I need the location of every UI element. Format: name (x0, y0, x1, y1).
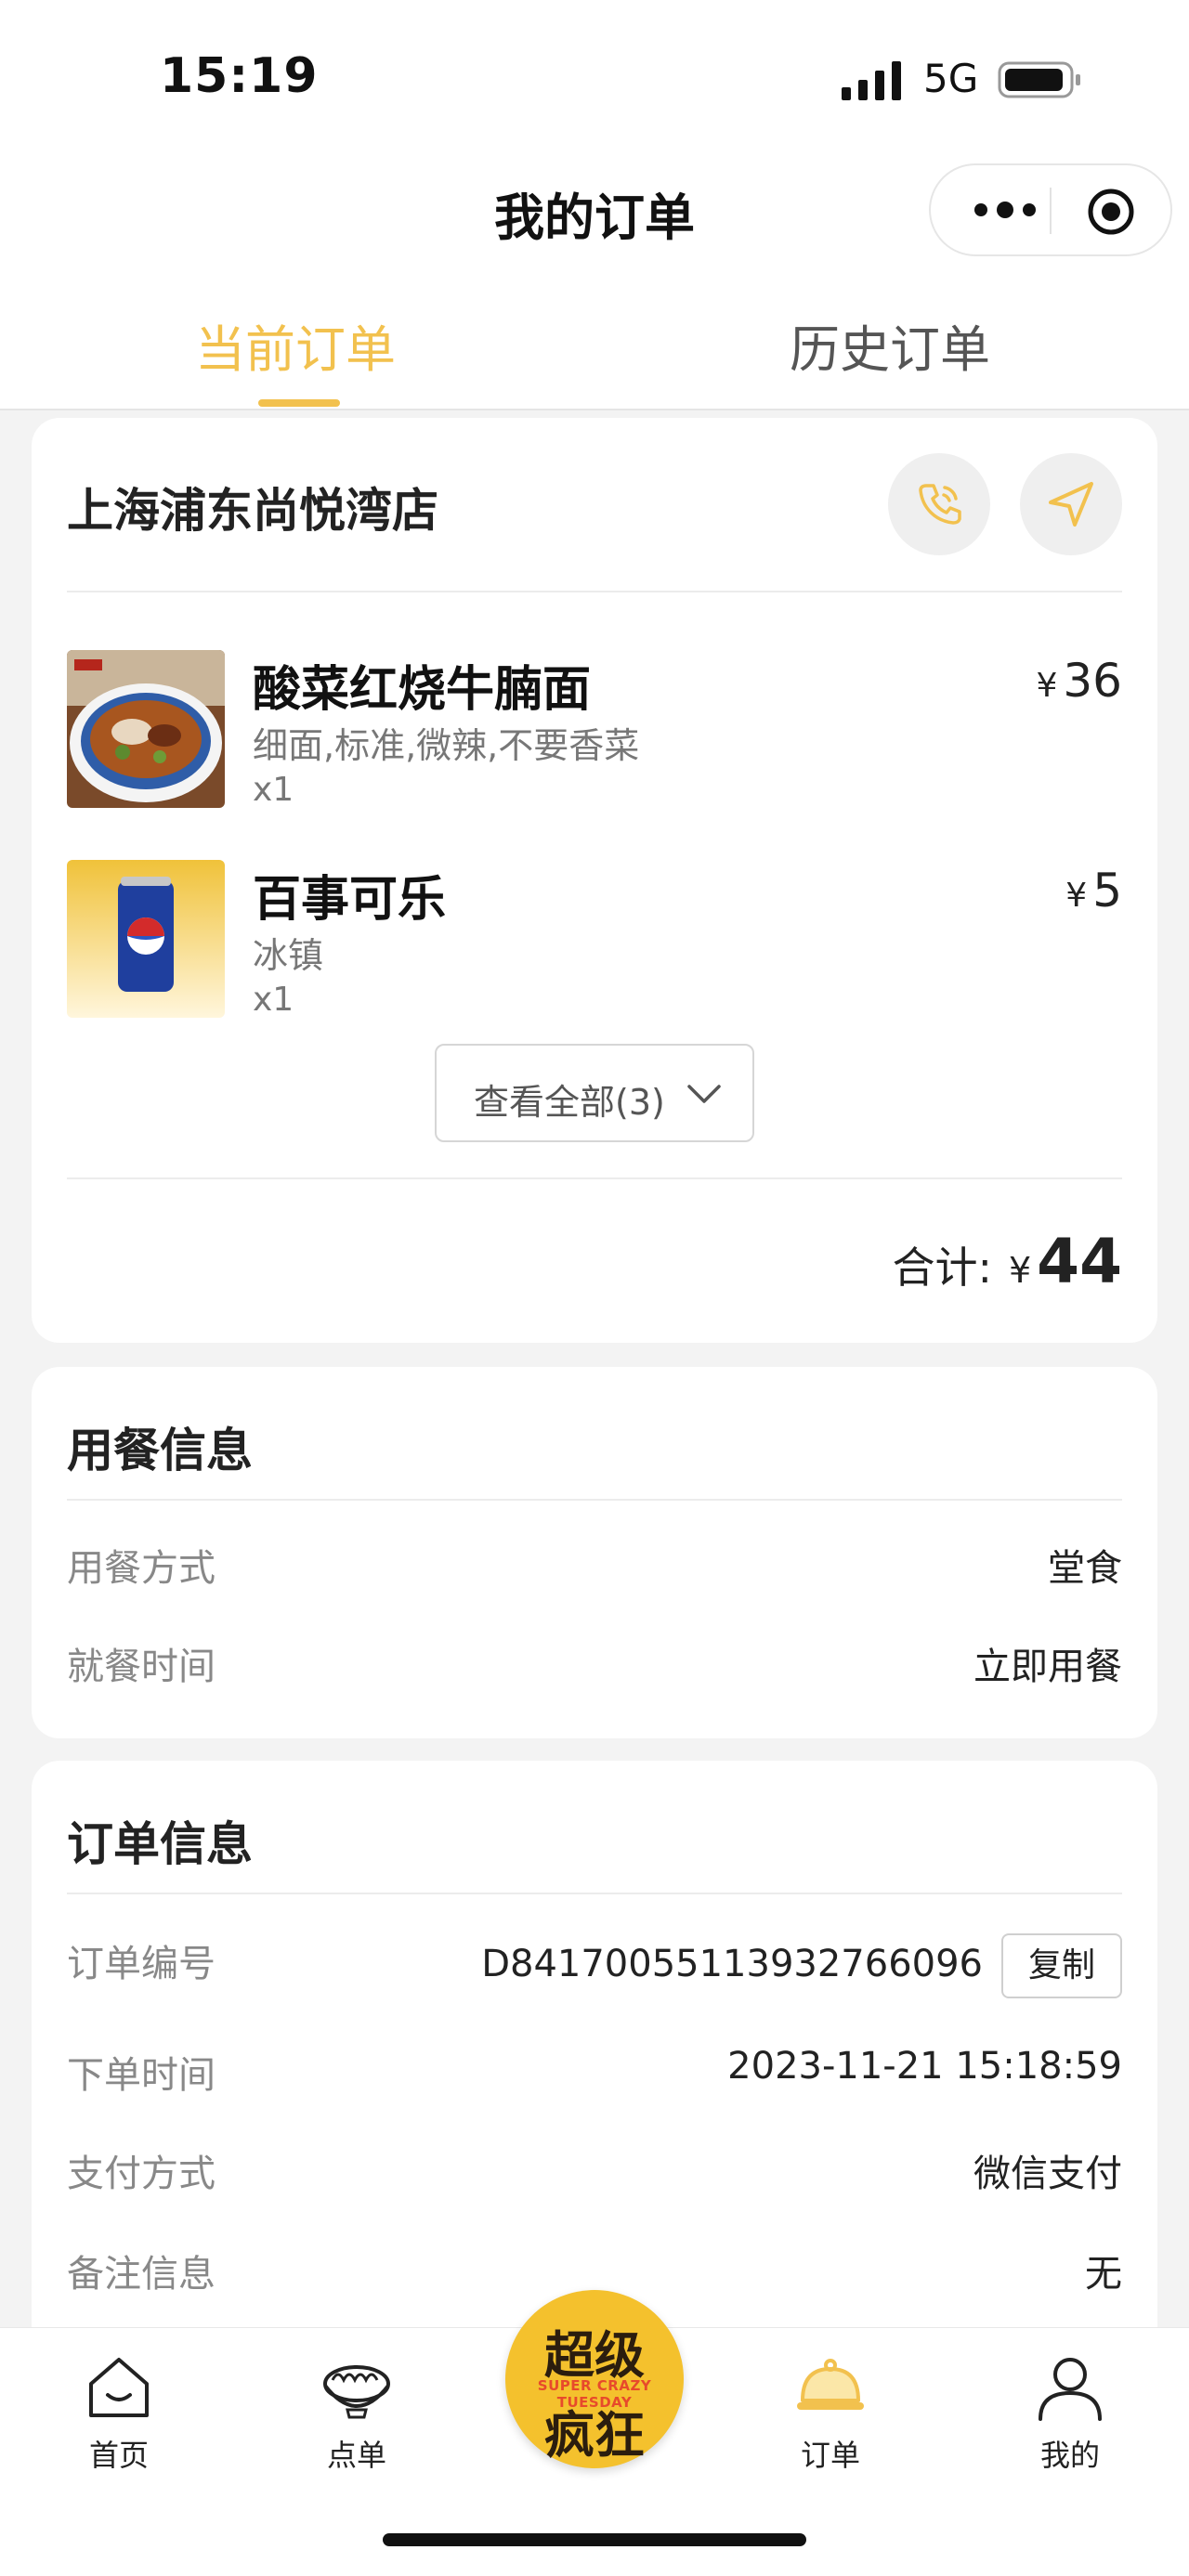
meal-info-card: 用餐信息 用餐方式 堂食 就餐时间 立即用餐 (32, 1367, 1157, 1738)
total-label: 合计: (892, 1242, 992, 1293)
noodle-bowl-icon (323, 2365, 390, 2419)
network-type: 5G (923, 56, 979, 101)
info-row-dining-method: 用餐方式 堂食 (67, 1538, 1122, 1594)
item-price: ¥5 (1065, 864, 1122, 917)
phone-icon (919, 484, 961, 525)
row-value: 堂食 (1048, 1547, 1122, 1590)
view-all-label: 查看全部(3) (474, 1082, 665, 1123)
status-bar: 15:19 5G (0, 0, 1189, 158)
navigation-arrow-icon (1049, 482, 1093, 527)
view-all-button[interactable]: 查看全部(3) (435, 1044, 754, 1142)
store-divider (67, 591, 1122, 592)
item-spec: 细面,标准,微辣,不要香菜 (253, 725, 640, 766)
row-label: 备注信息 (67, 2253, 216, 2296)
info-row-order-time: 下单时间 2023-11-21 15:18:59 (67, 2045, 1122, 2101)
close-target-icon[interactable] (1085, 186, 1137, 238)
price-value: 5 (1092, 864, 1122, 917)
row-label: 用餐方式 (67, 1547, 216, 1590)
copy-button[interactable]: 复制 (1001, 1933, 1122, 1998)
nav-item-menu[interactable]: 点单 (292, 2352, 422, 2473)
item-qty: x1 (253, 981, 294, 1019)
total-divider (67, 1177, 1122, 1179)
navigate-store-button[interactable] (1020, 453, 1122, 555)
tabs-divider (0, 409, 1189, 410)
meal-info-title: 用餐信息 (67, 1424, 253, 1477)
info-row-payment-method: 支付方式 微信支付 (67, 2143, 1122, 2199)
row-value: 微信支付 (973, 2153, 1122, 2195)
total-amount: 44 (1037, 1226, 1122, 1297)
info-row-order-number: 订单编号 D8417005511393276609​6 复制 (67, 1933, 1122, 1998)
nav-item-mine[interactable]: 我的 (1005, 2352, 1135, 2473)
order-total: 合计: ¥44 (892, 1226, 1122, 1297)
currency-symbol: ¥ (1065, 877, 1088, 915)
item-price: ¥36 (1036, 654, 1122, 708)
row-label: 下单时间 (67, 2054, 216, 2097)
tab-history-orders[interactable]: 历史订单 (790, 308, 990, 382)
active-tab-indicator (258, 399, 340, 407)
home-icon (89, 2358, 149, 2417)
nav-item-orders[interactable]: 订单 (765, 2352, 895, 2473)
cola-image (67, 860, 225, 1018)
order-info-card: 订单信息 订单编号 D8417005511393276609​6 复制 下单时间… (32, 1761, 1157, 2355)
tab-current-orders[interactable]: 当前订单 (195, 308, 396, 382)
order-card: 上海浦东尚悦湾店 酸菜红烧牛腩面 细面,标准,微辣,不要香菜 x1 ¥ 36 百… (32, 418, 1157, 1343)
order-info-title: 订单信息 (67, 1817, 253, 1871)
item-spec: 冰镇 (253, 935, 324, 976)
row-value: 立即用餐 (973, 1646, 1122, 1688)
person-icon (1039, 2358, 1102, 2421)
cloche-icon (797, 2359, 864, 2410)
row-label: 支付方式 (67, 2153, 216, 2195)
promo-line3: 疯狂 (544, 2406, 645, 2465)
nav-item-home[interactable]: 首页 (54, 2352, 184, 2473)
meal-info-divider (67, 1499, 1122, 1501)
row-value: 2023-11-21 15:18:59 (727, 2045, 1122, 2088)
row-value: 无 (1085, 2253, 1122, 2296)
top-area: 15:19 5G 我的订单 当前订单 历史订单 (0, 0, 1189, 410)
order-info-divider (67, 1893, 1122, 1894)
battery-icon (998, 61, 1080, 98)
info-row-dining-time: 就餐时间 立即用餐 (67, 1636, 1122, 1692)
home-indicator (383, 2533, 806, 2546)
price-value: 36 (1063, 654, 1122, 708)
nav-label: 点单 (326, 2438, 386, 2473)
item-name: 百事可乐 (253, 872, 447, 928)
store-name: 上海浦东尚悦湾店 (67, 484, 438, 538)
nav-label: 我的 (1039, 2438, 1100, 2473)
mini-program-capsule (929, 163, 1172, 256)
nav-label: 首页 (88, 2438, 149, 2473)
beef-noodle-image (67, 650, 225, 808)
order-item: 酸菜红烧牛腩面 细面,标准,微辣,不要香菜 x1 ¥36 (67, 650, 1122, 817)
super-crazy-tuesday-button[interactable]: 超级 SUPER CRAZY TUESDAY 疯狂 (505, 2290, 684, 2468)
item-qty: x1 (253, 771, 294, 809)
order-number: D8417005511393276609​6 (481, 1943, 983, 1985)
chevron-down-icon (687, 1085, 721, 1103)
currency-symbol: ¥ (1036, 667, 1058, 705)
row-label: 订单编号 (67, 1943, 216, 1985)
total-currency: ¥ (1008, 1250, 1032, 1291)
call-store-button[interactable] (888, 453, 990, 555)
status-time: 15:19 (160, 48, 319, 104)
capsule-divider (1050, 188, 1052, 234)
order-tabs: 当前订单 历史订单 (0, 297, 1189, 409)
item-name: 酸菜红烧牛腩面 (253, 662, 592, 718)
signal-icon (842, 61, 901, 100)
nav-label: 订单 (800, 2438, 860, 2473)
row-label: 就餐时间 (67, 1646, 216, 1688)
more-icon[interactable] (968, 184, 1042, 236)
order-item: 百事可乐 冰镇 x1 ¥5 (67, 860, 1122, 1027)
